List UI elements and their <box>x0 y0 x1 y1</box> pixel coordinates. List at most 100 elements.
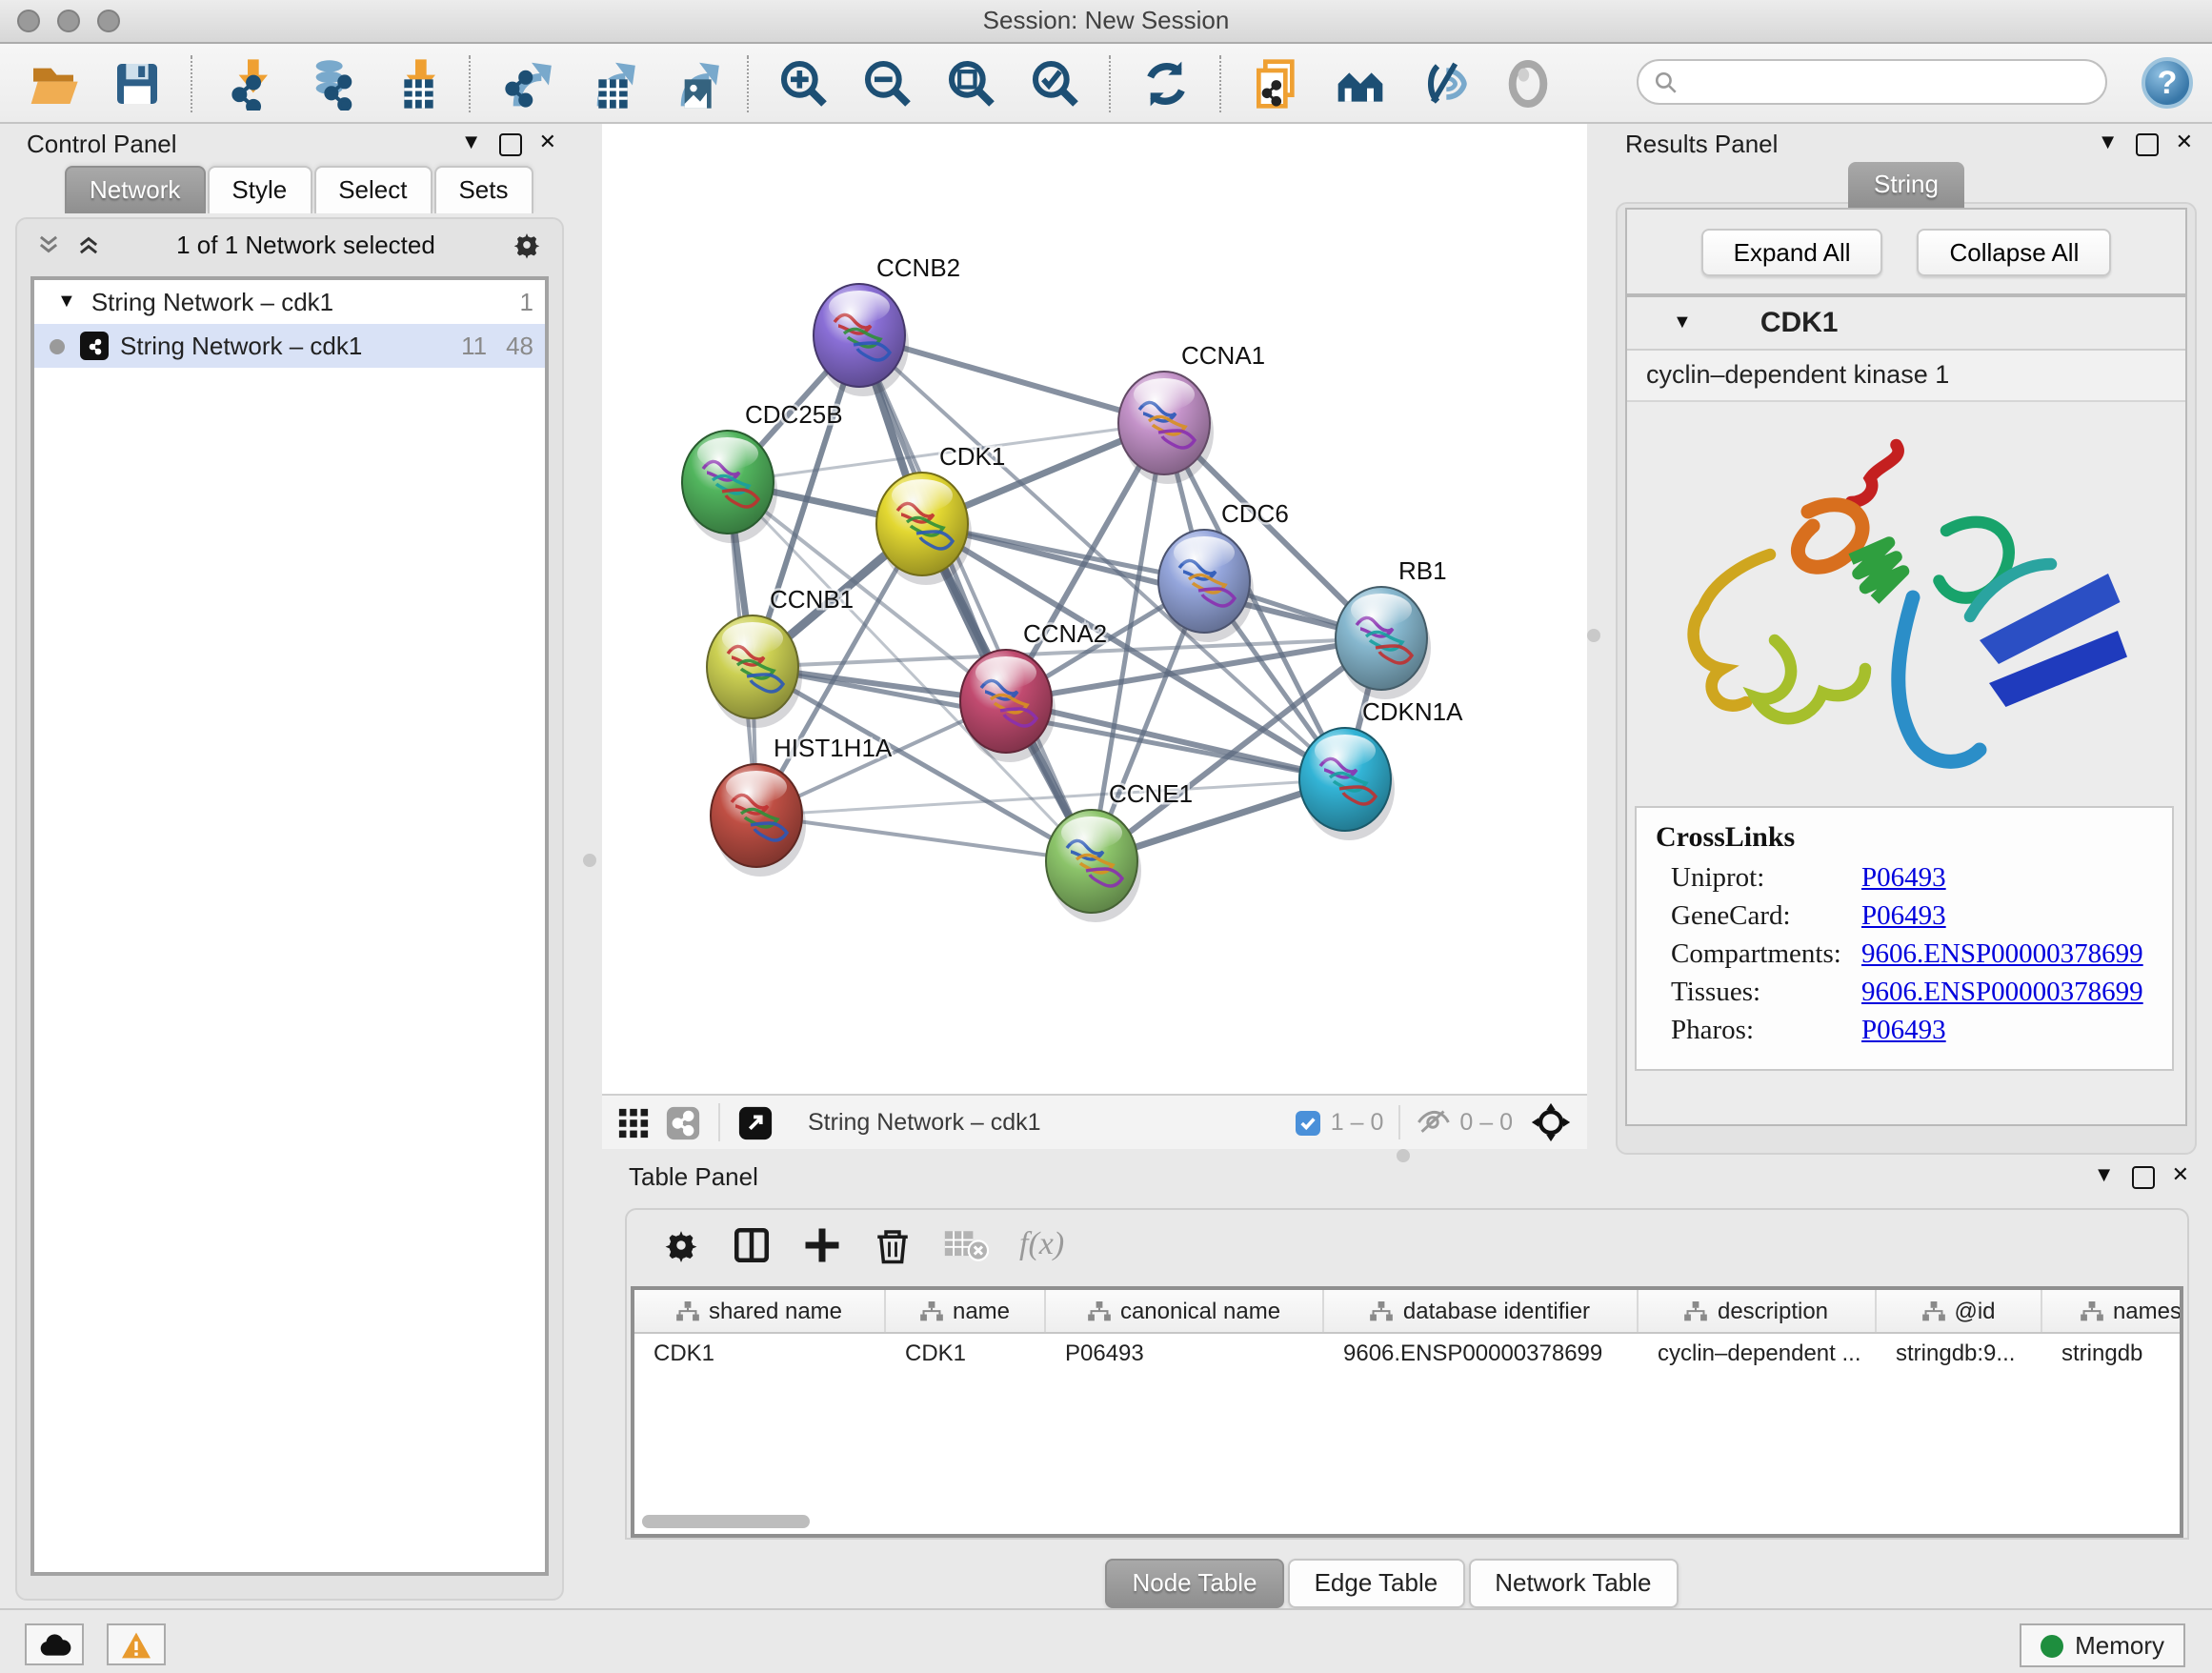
birdseye-toggle-icon[interactable] <box>1530 1101 1572 1143</box>
node-CCNB2[interactable] <box>814 284 909 396</box>
zoom-out-button[interactable] <box>855 50 920 115</box>
column-header-shared-name[interactable]: shared name <box>634 1290 886 1332</box>
birds-eye-button[interactable] <box>1412 50 1477 115</box>
export-view-icon[interactable] <box>737 1104 774 1140</box>
crosslink-link[interactable]: 9606.ENSP00000378699 <box>1861 939 2143 972</box>
tab-string[interactable]: String <box>1847 162 1965 208</box>
node-RB1[interactable] <box>1336 587 1431 699</box>
save-session-button[interactable] <box>105 50 170 115</box>
crosslink-link[interactable]: 9606.ENSP00000378699 <box>1861 978 2143 1010</box>
zoom-fit-button[interactable] <box>939 50 1004 115</box>
cloud-button[interactable] <box>25 1623 84 1665</box>
tab-edge-table[interactable]: Edge Table <box>1288 1559 1465 1608</box>
collapse-all-button[interactable]: Collapse All <box>1918 228 2112 275</box>
crosslink-link[interactable]: P06493 <box>1861 1016 1946 1048</box>
float-panel-icon[interactable] <box>2132 1165 2155 1188</box>
network-tree-row[interactable]: String Network – cdk11148 <box>34 324 545 368</box>
import-network-button[interactable] <box>215 50 280 115</box>
crosslink-link[interactable]: P06493 <box>1861 901 1946 934</box>
column-header-name[interactable]: name <box>886 1290 1046 1332</box>
column-header-namespace[interactable]: namespace <box>2042 1290 2183 1332</box>
import-net-icon <box>221 56 274 110</box>
export-network-button[interactable] <box>493 50 558 115</box>
close-panel-icon[interactable]: ✕ <box>2172 1166 2189 1187</box>
node-table[interactable]: shared namenamecanonical namedatabase id… <box>631 1286 2183 1538</box>
copy-network-button[interactable] <box>1244 50 1309 115</box>
float-panel-icon[interactable] <box>499 132 522 155</box>
table-row[interactable]: CDK1CDK1P064939606.ENSP00000378699cyclin… <box>634 1334 2180 1376</box>
crosslink-link[interactable]: P06493 <box>1861 863 1946 896</box>
gene-name: CDK1 <box>1760 307 1839 339</box>
close-panel-icon[interactable]: ✕ <box>539 133 556 154</box>
export-image-button[interactable] <box>661 50 726 115</box>
column-type-icon <box>676 1300 699 1321</box>
splitter-handle[interactable] <box>1587 629 1600 642</box>
node-CCNA1[interactable] <box>1118 372 1214 484</box>
add-column-icon[interactable] <box>802 1224 842 1264</box>
collapse-gene-icon[interactable]: ▼ <box>1673 312 1692 333</box>
column-header--id[interactable]: @id <box>1877 1290 2042 1332</box>
float-panel-icon[interactable] <box>2136 132 2159 155</box>
node-label-CDK1: CDK1 <box>939 442 1005 471</box>
network-tree-row[interactable]: ▼String Network – cdk11 <box>34 280 545 324</box>
expand-all-button[interactable]: Expand All <box>1701 228 1883 275</box>
node-CDC6[interactable] <box>1158 530 1254 642</box>
splitter-handle[interactable] <box>583 854 596 867</box>
search-icon <box>1654 70 1679 94</box>
gear-icon[interactable] <box>511 228 543 260</box>
network-name: String Network – cdk1 <box>120 332 442 360</box>
network-canvas[interactable]: CCNB2CCNA1CDC25BCDK1CDC6RB1CCNB1CCNA2CDK… <box>602 124 1587 1094</box>
node-HIST1H1A[interactable] <box>711 764 806 877</box>
apply-layout-button[interactable] <box>1134 50 1198 115</box>
delete-column-icon[interactable] <box>873 1224 913 1264</box>
column-header-database-identifier[interactable]: database identifier <box>1324 1290 1639 1332</box>
search-box[interactable] <box>1637 59 2107 105</box>
tab-style[interactable]: Style <box>207 166 312 213</box>
node-CCNA2[interactable] <box>960 650 1056 762</box>
column-type-icon <box>920 1300 943 1321</box>
export-table-button[interactable] <box>577 50 642 115</box>
toolbar-separator <box>1109 54 1113 111</box>
tab-network[interactable]: Network <box>65 166 205 213</box>
help-button[interactable]: ? <box>2142 57 2193 109</box>
column-header-description[interactable]: description <box>1639 1290 1877 1332</box>
show-columns-icon[interactable] <box>732 1224 772 1264</box>
tab-select[interactable]: Select <box>313 166 432 213</box>
zoom-in-button[interactable] <box>772 50 836 115</box>
refresh-icon <box>1139 56 1193 110</box>
collapse-icon[interactable]: ▼ <box>57 292 76 312</box>
panel-menu-icon[interactable]: ▼ <box>2098 133 2119 154</box>
edge-CDK1-RB1 <box>922 524 1381 638</box>
tab-sets[interactable]: Sets <box>433 166 533 213</box>
hidden-eye-icon <box>1416 1109 1450 1136</box>
level-of-detail-button[interactable] <box>1496 50 1560 115</box>
string-app-icon[interactable] <box>665 1104 701 1140</box>
search-input[interactable] <box>1688 67 2105 97</box>
grid-view-icon[interactable] <box>617 1106 650 1139</box>
toolbar-separator <box>191 54 194 111</box>
selected-checkbox-icon[interactable] <box>1297 1110 1321 1135</box>
tab-network-table[interactable]: Network Table <box>1468 1559 1678 1608</box>
node-CDK1[interactable] <box>876 473 972 585</box>
column-header-canonical-name[interactable]: canonical name <box>1046 1290 1324 1332</box>
collapse-all-icon[interactable] <box>36 232 61 256</box>
horizontal-scrollbar[interactable] <box>642 1515 810 1528</box>
close-panel-icon[interactable]: ✕ <box>2176 133 2193 154</box>
panel-menu-icon[interactable]: ▼ <box>2094 1166 2115 1187</box>
graphics-details-button[interactable] <box>1328 50 1393 115</box>
open-session-button[interactable] <box>21 50 86 115</box>
warnings-button[interactable] <box>107 1623 166 1665</box>
node-label-CCNA1: CCNA1 <box>1181 341 1265 370</box>
zoom-selected-button[interactable] <box>1023 50 1088 115</box>
panel-menu-icon[interactable]: ▼ <box>461 133 482 154</box>
node-CDKN1A[interactable] <box>1299 728 1395 840</box>
memory-button[interactable]: Memory <box>2020 1623 2185 1667</box>
tab-node-table[interactable]: Node Table <box>1105 1559 1283 1608</box>
import-table-button[interactable] <box>383 50 448 115</box>
expand-all-icon[interactable] <box>76 232 101 256</box>
zoom-sel-icon <box>1029 56 1082 110</box>
import-network-database-button[interactable] <box>299 50 364 115</box>
node-CDC25B[interactable] <box>682 431 777 543</box>
node-CCNE1[interactable] <box>1046 810 1141 922</box>
table-settings-gear-icon[interactable] <box>661 1224 701 1264</box>
